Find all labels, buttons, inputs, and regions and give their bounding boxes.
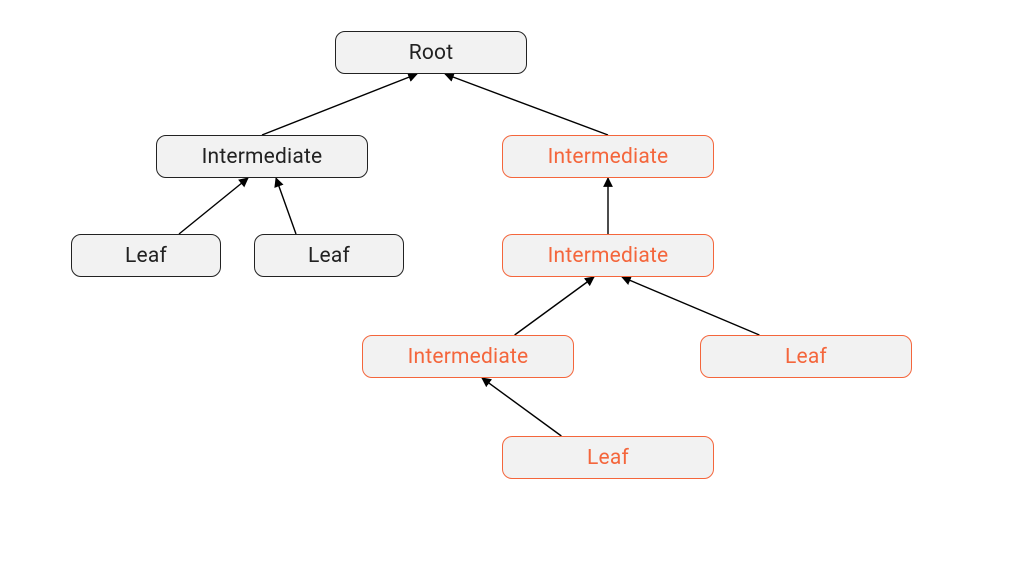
- edge-leaf_rr-to-int_r2: [622, 277, 759, 335]
- node-leaf_ll: Leaf: [71, 234, 221, 277]
- edge-leaf_b-to-int_r3: [482, 378, 561, 436]
- edge-int_l-to-root: [262, 74, 417, 135]
- edge-int_r3-to-int_r2: [515, 277, 594, 335]
- node-leaf_lr: Leaf: [254, 234, 404, 277]
- node-int_l: Intermediate: [156, 135, 368, 178]
- edge-leaf_ll-to-int_l: [179, 178, 248, 234]
- node-label: Leaf: [785, 345, 827, 369]
- node-leaf_rr: Leaf: [700, 335, 912, 378]
- node-int_r: Intermediate: [502, 135, 714, 178]
- edge-int_r-to-root: [445, 74, 608, 135]
- node-label: Leaf: [125, 244, 167, 268]
- node-label: Intermediate: [408, 345, 529, 369]
- node-int_r2: Intermediate: [502, 234, 714, 277]
- node-label: Intermediate: [202, 145, 323, 169]
- node-label: Leaf: [308, 244, 350, 268]
- node-label: Intermediate: [548, 244, 669, 268]
- node-int_r3: Intermediate: [362, 335, 574, 378]
- node-label: Leaf: [587, 446, 629, 470]
- node-label: Root: [409, 41, 454, 65]
- node-leaf_b: Leaf: [502, 436, 714, 479]
- edges-layer: [0, 0, 1024, 576]
- node-label: Intermediate: [548, 145, 669, 169]
- edge-leaf_lr-to-int_l: [276, 178, 296, 234]
- node-root: Root: [335, 31, 527, 74]
- tree-diagram: Root Intermediate Leaf Leaf Intermediate Inte…: [0, 0, 1024, 576]
